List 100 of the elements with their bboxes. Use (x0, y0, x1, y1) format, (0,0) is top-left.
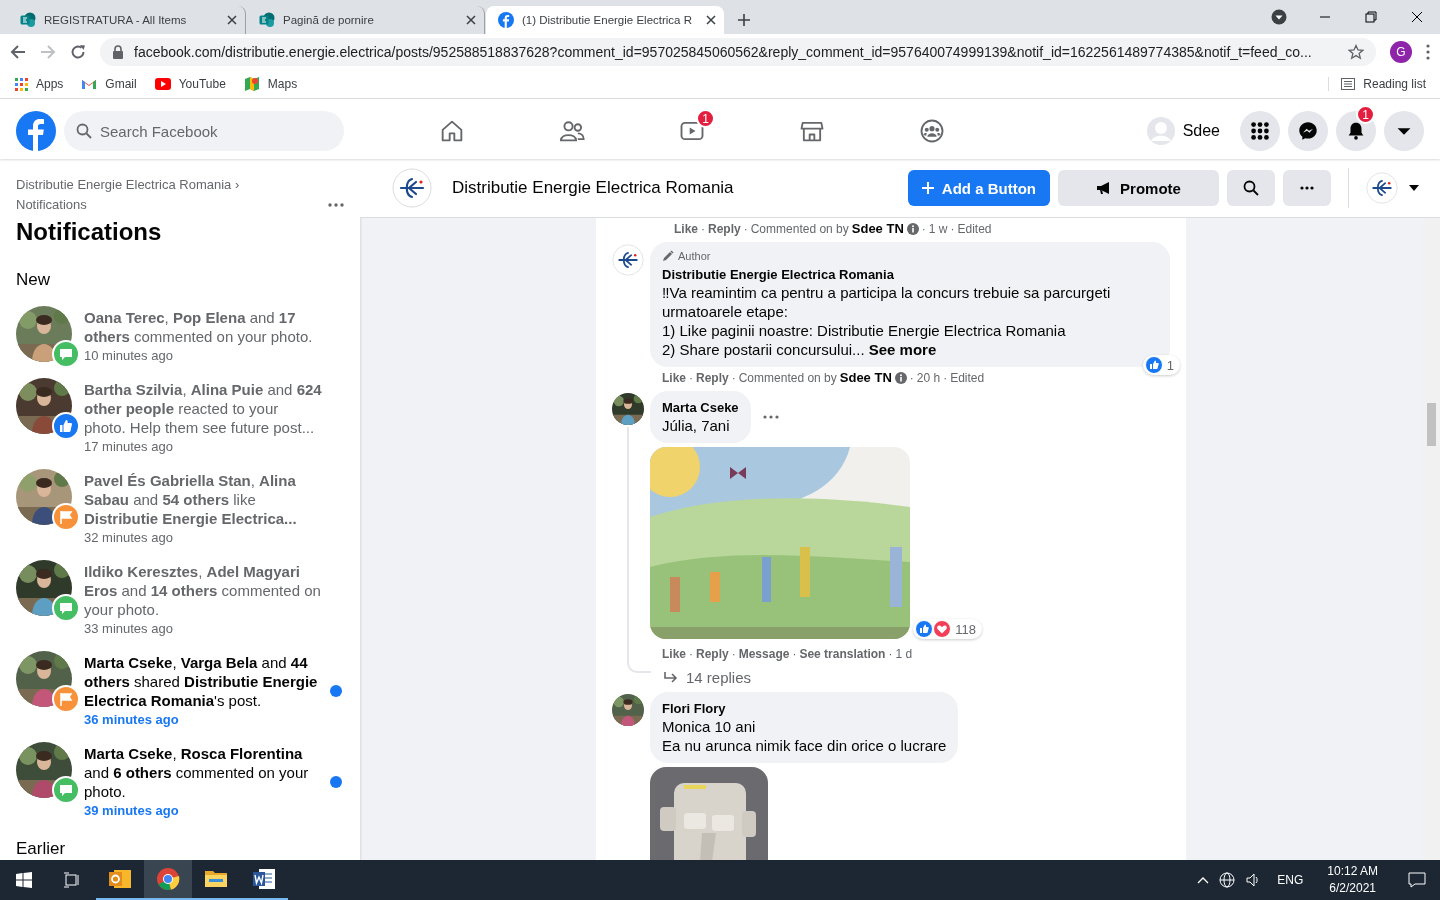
reaction-count[interactable]: 1 (1142, 355, 1180, 375)
task-view-icon[interactable] (63, 872, 81, 888)
messenger-icon[interactable] (1297, 120, 1319, 142)
sharepoint-icon (259, 12, 275, 28)
comment-action-link[interactable]: Like (662, 370, 686, 385)
comment-meta: Edited (957, 221, 992, 236)
language-indicator[interactable]: ENG (1271, 873, 1310, 887)
profile-avatar[interactable]: G (1390, 41, 1412, 63)
comment-text: 1) Like paginii noastre: Distributie Energie Electrica Romania (662, 321, 1067, 340)
browser-tab[interactable]: Pagină de pornire (247, 6, 485, 34)
back-icon[interactable] (10, 44, 26, 60)
sharepoint-icon (20, 12, 36, 28)
bookmark-link[interactable]: Maps (243, 76, 298, 92)
comment-action-link[interactable]: Reply (708, 221, 741, 236)
comment-meta: 1 w (928, 221, 948, 236)
groups-icon[interactable] (918, 117, 946, 145)
page-title: Notifications (16, 218, 163, 246)
commenter-name[interactable]: Flori Flory (662, 700, 947, 717)
comment-icon (52, 340, 80, 368)
commenter-name[interactable]: Marta Cseke (662, 399, 739, 416)
commenter-name[interactable]: Distributie Energie Electrica Romania (662, 266, 1158, 283)
author-name[interactable]: Sdee TN (839, 370, 892, 385)
more-icon[interactable] (328, 203, 344, 207)
header-button[interactable] (1384, 111, 1424, 151)
separator: · (743, 221, 748, 236)
reading-list-button[interactable]: Reading list (1328, 77, 1426, 91)
browser-tab[interactable]: (1) Distributie Energie Electrica R (486, 6, 724, 34)
bookmark-link[interactable]: Gmail (81, 77, 137, 91)
promote-button[interactable]: Promote (1058, 170, 1219, 206)
comment-action-link[interactable]: Like (674, 221, 698, 236)
reload-icon[interactable] (70, 44, 86, 60)
page-switcher[interactable] (1348, 168, 1420, 208)
profile-menu-icon[interactable] (1271, 9, 1287, 25)
separator: · (909, 370, 914, 385)
avatar-icon (1146, 117, 1175, 145)
globe-icon[interactable] (1219, 872, 1236, 888)
notification-item[interactable]: Pavel És Gabriella Stan, Alina Sabau and 54 others like Distributie Energie Electrica... 32 minutes ago (16, 465, 344, 556)
bookmark-link[interactable]: YouTube (154, 77, 226, 91)
close-icon[interactable] (1411, 11, 1423, 23)
info-icon[interactable] (894, 371, 907, 384)
more-icon[interactable] (1426, 44, 1430, 60)
notification-item[interactable]: Bartha Szilvia, Alina Puie and 624 other people reacted to your photo. Help them see future post... 17 minutes ago (16, 374, 344, 465)
new-tab-icon[interactable] (737, 13, 751, 27)
unread-dot (330, 776, 342, 788)
notifications-icon[interactable] (1408, 872, 1426, 888)
scrollbar[interactable] (1423, 218, 1440, 860)
header-button[interactable] (1240, 111, 1280, 151)
bookmark-link[interactable]: Apps (14, 77, 64, 91)
notification-badge: 1 (1356, 105, 1375, 124)
comment-text: 2) Share postarii concursului... See more (662, 340, 938, 359)
comment-meta: 1 d (895, 646, 913, 661)
browser-tab[interactable]: REGISTRATURA - All Items (8, 6, 246, 34)
comment-action-link[interactable]: Reply (696, 646, 729, 661)
notification-item[interactable]: Ildiko Keresztes, Adel Magyari Eros and 14 others commented on your photo. 33 minutes ago (16, 556, 344, 647)
comment-text: ‼Va reamintim ca pentru a participa la concurs trebuie sa parcurgeti urmatoarele etape: (662, 283, 1112, 321)
notification-text: Marta Cseke, Varga Bela and 44 others shared Distributie Energie Electrica Romania's post. (84, 653, 318, 710)
see-more-link[interactable]: See more (868, 341, 937, 358)
search-icon (1243, 180, 1259, 196)
clock[interactable]: 10:12 AM 6/2/2021 (1319, 863, 1386, 897)
search-button[interactable] (1227, 170, 1275, 206)
replies-link[interactable]: 14 replies (664, 669, 1170, 686)
reaction-count[interactable]: 118 (913, 619, 982, 639)
star-icon[interactable] (1348, 44, 1364, 60)
restore-icon[interactable] (1365, 11, 1377, 23)
comment-action-link[interactable]: Message (738, 646, 790, 661)
facebook-logo[interactable] (16, 111, 56, 151)
notification-time: 17 minutes ago (84, 438, 174, 456)
page-name: Distributie Energie Electrica Romania (452, 178, 734, 198)
youtube-icon (154, 78, 171, 90)
close-icon[interactable] (706, 15, 716, 25)
windows-icon[interactable] (16, 872, 32, 888)
comment-action-link[interactable]: Like (662, 646, 686, 661)
nav-tab[interactable]: 1 (632, 103, 752, 159)
chevron-up-icon[interactable] (1197, 876, 1210, 884)
breadcrumb-link[interactable]: Distributie Energie Electrica Romania › (16, 177, 240, 192)
notification-text: Marta Cseke, Rosca Florentina and 6 others commented on your photo. (84, 744, 310, 801)
profile-link[interactable]: Sdee (1142, 113, 1232, 149)
close-icon[interactable] (227, 15, 237, 25)
header-button[interactable] (1288, 111, 1328, 151)
like-icon (1144, 356, 1163, 374)
notification-item[interactable]: Marta Cseke, Varga Bela and 44 others shared Distributie Energie Electrica Romania's post. 36 minutes ago (16, 647, 344, 738)
notification-item[interactable]: Oana Terec, Pop Elena and 17 others commented on your photo. 10 minutes ago (16, 302, 344, 374)
notification-text: Oana Terec, Pop Elena and 17 others commented on your photo. (84, 308, 314, 346)
search-field[interactable]: Search Facebook (64, 111, 344, 151)
url-text: facebook.com/distributie.energie.electrica/posts/952588518837628?comment_id=957025845060562&reply_comment_id=957640074999139&notif_id=1622561489774385&notif_t=feed_co... (134, 44, 1312, 60)
comment-action-link[interactable]: See translation (799, 646, 886, 661)
chrome-icon[interactable] (156, 867, 180, 891)
outlook-icon[interactable] (108, 867, 132, 891)
address-bar[interactable]: facebook.com/distributie.energie.electrica/posts/952588518837628?comment_id=957025845060562&reply_comment_id=957640074999139&notif_id=1622561489774385&notif_t=feed_co... (100, 38, 1376, 66)
add-button[interactable]: Add a Button (907, 170, 1050, 206)
more-icon[interactable] (762, 415, 779, 419)
comment-action-link[interactable]: Reply (696, 370, 729, 385)
author-name[interactable]: Sdee TN (851, 221, 904, 236)
notification-item[interactable]: Marta Cseke, Rosca Florentina and 6 others commented on your photo. 39 minutes ago (16, 738, 344, 829)
word-icon[interactable] (252, 867, 276, 891)
menu-icon[interactable] (1249, 120, 1271, 142)
info-icon[interactable] (906, 222, 919, 235)
notification-time: 32 minutes ago (84, 529, 174, 547)
close-icon[interactable] (466, 15, 476, 25)
lock-icon (112, 45, 124, 59)
